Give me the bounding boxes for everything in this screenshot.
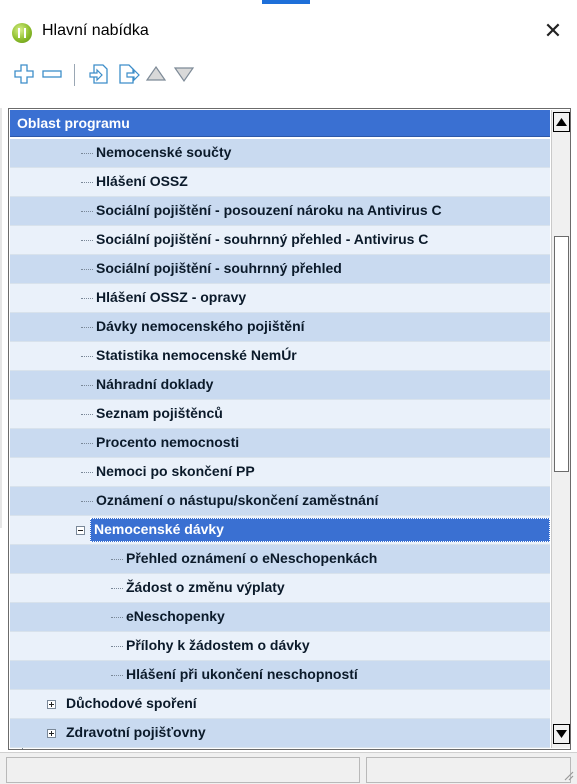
page-arrow-out-icon — [119, 64, 140, 84]
tree-connector — [81, 385, 93, 386]
triangle-down-icon — [173, 67, 195, 83]
move-up-button[interactable] — [144, 62, 168, 86]
move-down-button[interactable] — [172, 62, 196, 86]
toolbar-separator — [74, 64, 75, 86]
tree-connector — [81, 298, 93, 299]
tree-item[interactable]: Hlášení OSSZ — [10, 168, 550, 197]
tree-item-label: Sociální pojištění - souhrnný přehled - … — [96, 231, 429, 247]
tree-item[interactable]: Sociální pojištění - posouzení nároku na… — [10, 197, 550, 226]
arrow-up-icon — [556, 118, 567, 126]
tree-panel: Oblast programu Nemocenské součty Hlášen… — [8, 108, 571, 750]
tree-header[interactable]: Oblast programu — [10, 110, 550, 137]
tree-connector — [81, 501, 93, 502]
tree-item[interactable]: Statistika nemocenské NemÚr — [10, 342, 550, 371]
tree-item[interactable]: Hlášení OSSZ - opravy — [10, 284, 550, 313]
tree-item-label: Oznámení o nástupu/skončení zaměstnání — [96, 492, 379, 508]
title-bar: Hlavní nabídka ✕ — [0, 0, 577, 58]
expand-toggle-icon[interactable] — [47, 729, 56, 738]
tree-item-label: Žádost o změnu výplaty — [126, 579, 285, 595]
toolbar — [0, 58, 577, 92]
tree-connector — [81, 443, 93, 444]
tree-item-label: Nemocenské součty — [96, 144, 232, 160]
top-accent-mark — [262, 0, 310, 4]
status-panel — [6, 757, 360, 783]
tree-item-label: Statistika nemocenské NemÚr — [96, 347, 297, 363]
tree-item-label: Sociální pojištění - souhrnný přehled — [96, 260, 342, 276]
tree-connector — [81, 153, 93, 154]
tree-item[interactable]: Zdravotní pojišťovny — [10, 719, 550, 748]
tree-item[interactable]: Náhradní doklady — [10, 371, 550, 400]
tree-item[interactable]: Dávky nemocenského pojištění — [10, 313, 550, 342]
tree-item[interactable]: Oznámení o nástupu/skončení zaměstnání — [10, 487, 550, 516]
tree-item-label: Důchodové spoření — [66, 695, 197, 711]
plus-icon — [14, 64, 34, 84]
tree-item-label: Nemocenské dávky — [94, 521, 224, 537]
tree-connector — [81, 269, 93, 270]
collapse-toggle-icon[interactable] — [76, 526, 85, 535]
app-logo-icon — [12, 23, 32, 43]
tree-item-label: Náhradní doklady — [96, 376, 214, 392]
tree-item-label: Zdravotní pojišťovny — [66, 724, 206, 740]
tree-connector — [81, 211, 93, 212]
expand-all-button[interactable] — [12, 62, 36, 86]
tree-connector — [111, 675, 123, 676]
resize-grip-icon[interactable] — [562, 769, 574, 781]
tree-item-label: Procento nemocnosti — [96, 434, 240, 450]
tree-item-label: Přehled oznámení o eNeschopenkách — [126, 550, 378, 566]
tree-connector — [111, 559, 123, 560]
left-edge-strip — [0, 108, 2, 528]
tree-item-label: Seznam pojištěnců — [96, 405, 223, 421]
status-bar — [0, 752, 577, 784]
tree-item[interactable]: Žádost o změnu výplaty — [10, 574, 550, 603]
tree-rows: Nemocenské součty Hlášení OSSZ Sociální … — [10, 139, 550, 749]
tree-connector — [81, 182, 93, 183]
tree-item[interactable]: eNeschopenky — [10, 603, 550, 632]
tree-item[interactable]: Nemocenské součty — [10, 139, 550, 168]
page-in-button[interactable] — [88, 62, 112, 86]
vertical-scrollbar[interactable] — [551, 110, 570, 748]
window-title: Hlavní nabídka — [42, 22, 149, 39]
tree-connector — [111, 617, 123, 618]
tree-connector — [81, 327, 93, 328]
tree-item[interactable]: Nemoci po skončení PP — [10, 458, 550, 487]
tree-connector — [81, 472, 93, 473]
tree-connector — [81, 356, 93, 357]
arrow-down-icon — [556, 730, 567, 738]
tree-connector — [81, 240, 93, 241]
collapse-all-button[interactable] — [40, 62, 64, 86]
close-button[interactable]: ✕ — [541, 18, 565, 44]
triangle-up-icon — [145, 65, 167, 81]
status-panel — [366, 757, 571, 783]
tree-item[interactable]: Přehled oznámení o eNeschopenkách — [10, 545, 550, 574]
tree-item-label: Dávky nemocenského pojištění — [96, 318, 305, 334]
page-arrow-in-icon — [89, 64, 108, 84]
tree-item-selected[interactable]: Nemocenské dávky — [10, 516, 550, 545]
page-out-button[interactable] — [116, 62, 140, 86]
tree-item[interactable]: Procento nemocnosti — [10, 429, 550, 458]
tree-item-label: Hlášení při ukončení neschopností — [126, 666, 358, 682]
tree-item-label: Hlášení OSSZ - opravy — [96, 289, 247, 305]
tree-item[interactable]: Důchodové spoření — [10, 690, 550, 719]
tree-item-label: Hlášení OSSZ — [96, 173, 188, 189]
tree-item-label: eNeschopenky — [126, 608, 225, 624]
tree-item-label: Nemoci po skončení PP — [96, 463, 255, 479]
tree-item[interactable]: Přílohy k žádostem o dávky — [10, 632, 550, 661]
tree-item[interactable]: Seznam pojištěnců — [10, 400, 550, 429]
scroll-down-button[interactable] — [553, 724, 570, 744]
tree-connector — [111, 588, 123, 589]
tree-item[interactable]: Hlášení při ukončení neschopností — [10, 661, 550, 690]
minus-icon — [42, 70, 62, 78]
scroll-up-button[interactable] — [553, 112, 570, 132]
tree-connector — [111, 646, 123, 647]
tree-item[interactable]: Sociální pojištění - souhrnný přehled - … — [10, 226, 550, 255]
tree-connector — [81, 414, 93, 415]
scroll-thumb[interactable] — [554, 236, 569, 472]
expand-toggle-icon[interactable] — [47, 700, 56, 709]
tree-item-label: Přílohy k žádostem o dávky — [126, 637, 310, 653]
tree-item[interactable]: Sociální pojištění - souhrnný přehled — [10, 255, 550, 284]
tree-item-label: Sociální pojištění - posouzení nároku na… — [96, 202, 442, 218]
